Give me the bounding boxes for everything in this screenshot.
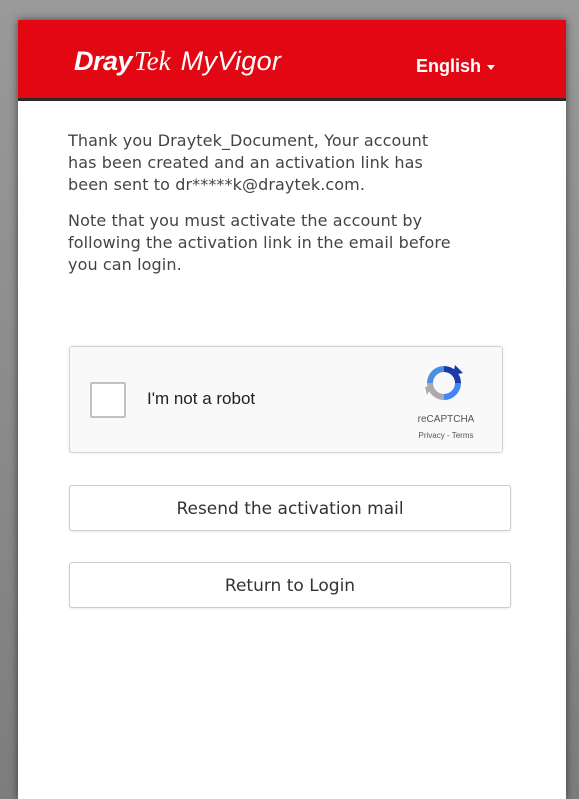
note-line: you can login. (68, 255, 182, 274)
recaptcha-widget: I'm not a robot reCAPTCHA Privacy - Term… (69, 346, 503, 453)
language-dropdown[interactable]: English (416, 56, 496, 77)
confirmation-message: Thank you Draytek_Document, Your account… (68, 130, 513, 196)
confirmation-line: has been created and an activation link … (68, 153, 423, 172)
logo-tek-text: Tek (134, 46, 171, 76)
recaptcha-logo-icon (425, 365, 463, 400)
return-to-login-button[interactable]: Return to Login (69, 562, 511, 608)
recaptcha-brand: reCAPTCHA (417, 414, 475, 425)
recaptcha-privacy-link[interactable]: Privacy (419, 431, 445, 440)
recaptcha-links: Privacy - Terms (406, 431, 486, 440)
language-label: English (416, 56, 482, 76)
note-line: Note that you must activate the account … (68, 211, 423, 230)
recaptcha-terms-link[interactable]: Terms (452, 431, 474, 440)
activation-window: DrayTek MyVigor English Thank you Draytek… (18, 20, 566, 799)
chevron-down-icon (487, 64, 496, 70)
confirmation-line: Thank you Draytek_Document, Your account (68, 131, 429, 150)
recaptcha-checkbox[interactable] (90, 382, 126, 418)
resend-activation-button[interactable]: Resend the activation mail (69, 485, 511, 531)
confirmation-line: been sent to dr*****k@draytek.com. (68, 175, 366, 194)
recaptcha-link-separator: - (446, 431, 450, 440)
message-area: Thank you Draytek_Document, Your account… (68, 130, 513, 290)
recaptcha-label: I'm not a robot (147, 389, 256, 408)
note-line: following the activation link in the ema… (68, 233, 451, 252)
header-bar: DrayTek MyVigor English (18, 20, 566, 101)
logo-dray-text: Dray (74, 46, 133, 76)
activation-note: Note that you must activate the account … (68, 210, 513, 276)
logo-product-text: MyVigor (180, 46, 282, 76)
draytek-myvigor-logo: DrayTek MyVigor (74, 46, 281, 77)
